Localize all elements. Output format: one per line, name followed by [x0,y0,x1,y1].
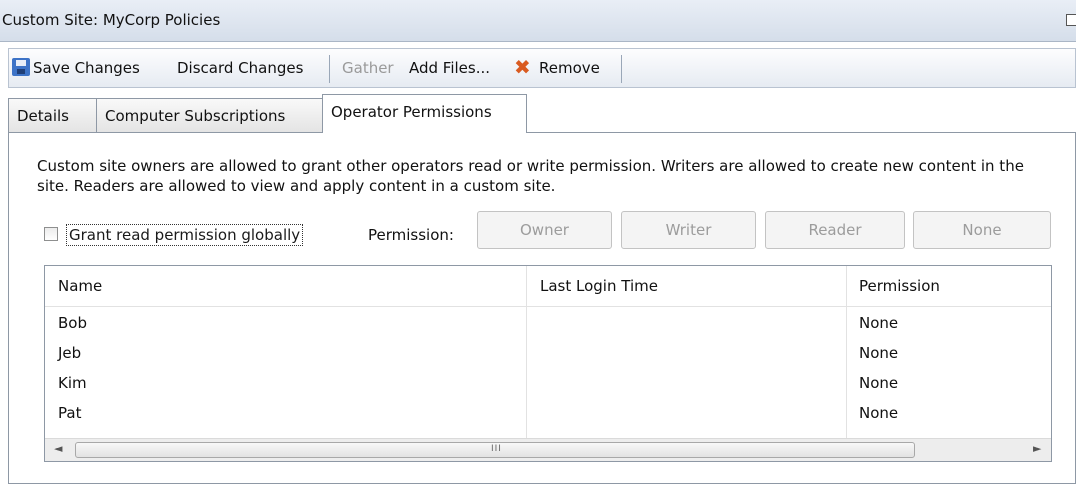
column-header-name[interactable]: Name [58,277,102,295]
save-changes-button[interactable]: Save Changes [33,59,140,77]
table-header: Name Last Login Time Permission [45,266,1051,307]
tab-details[interactable]: Details [8,98,97,132]
column-header-permission[interactable]: Permission [859,277,940,295]
horizontal-scrollbar[interactable]: ◄ III ► [45,438,1051,461]
remove-button[interactable]: Remove [539,59,600,77]
scrollbar-grip-icon: III [491,444,502,454]
window-titlebar: Custom Site: MyCorp Policies [0,0,1076,42]
save-icon[interactable] [12,58,30,76]
operator-permission: None [859,314,899,332]
operator-permission: None [859,404,899,422]
scroll-right-icon[interactable]: ► [1033,442,1041,455]
operator-name: Bob [58,314,87,332]
owner-button[interactable]: Owner [477,211,612,249]
table-row[interactable]: Bob None [45,309,1051,339]
permission-label: Permission: [368,226,454,244]
toolbar-separator [329,55,330,83]
window-title: Custom Site: MyCorp Policies [2,11,221,29]
scroll-left-icon[interactable]: ◄ [54,442,62,455]
remove-icon[interactable]: ✖ [514,55,531,79]
table-row[interactable]: Jeb None [45,339,1051,369]
toolbar: Save Changes Discard Changes Gather Add … [8,48,1076,88]
operator-name: Kim [58,374,87,392]
operators-table: Name Last Login Time Permission Bob None… [44,265,1052,462]
table-row[interactable]: Pat None [45,399,1051,429]
table-row[interactable]: Kim None [45,369,1051,399]
none-button[interactable]: None [913,211,1051,249]
tab-operator-permissions[interactable]: Operator Permissions [322,94,527,133]
gather-button[interactable]: Gather [342,59,394,77]
toolbar-separator [621,55,622,83]
discard-changes-button[interactable]: Discard Changes [177,59,303,77]
scrollbar-thumb[interactable]: III [75,442,915,458]
grant-read-globally-checkbox[interactable] [44,227,58,241]
grant-read-globally-label[interactable]: Grant read permission globally [66,224,304,246]
operator-name: Jeb [58,344,82,362]
operator-permission: None [859,344,899,362]
reader-button[interactable]: Reader [765,211,905,249]
writer-button[interactable]: Writer [621,211,756,249]
permissions-description: Custom site owners are allowed to grant … [37,157,1024,195]
restore-window-icon[interactable] [1066,14,1076,26]
operator-name: Pat [58,404,82,422]
tab-computer-subscriptions[interactable]: Computer Subscriptions [96,98,323,132]
column-header-last-login-time[interactable]: Last Login Time [540,277,658,295]
add-files-button[interactable]: Add Files... [409,59,490,77]
operator-permission: None [859,374,899,392]
